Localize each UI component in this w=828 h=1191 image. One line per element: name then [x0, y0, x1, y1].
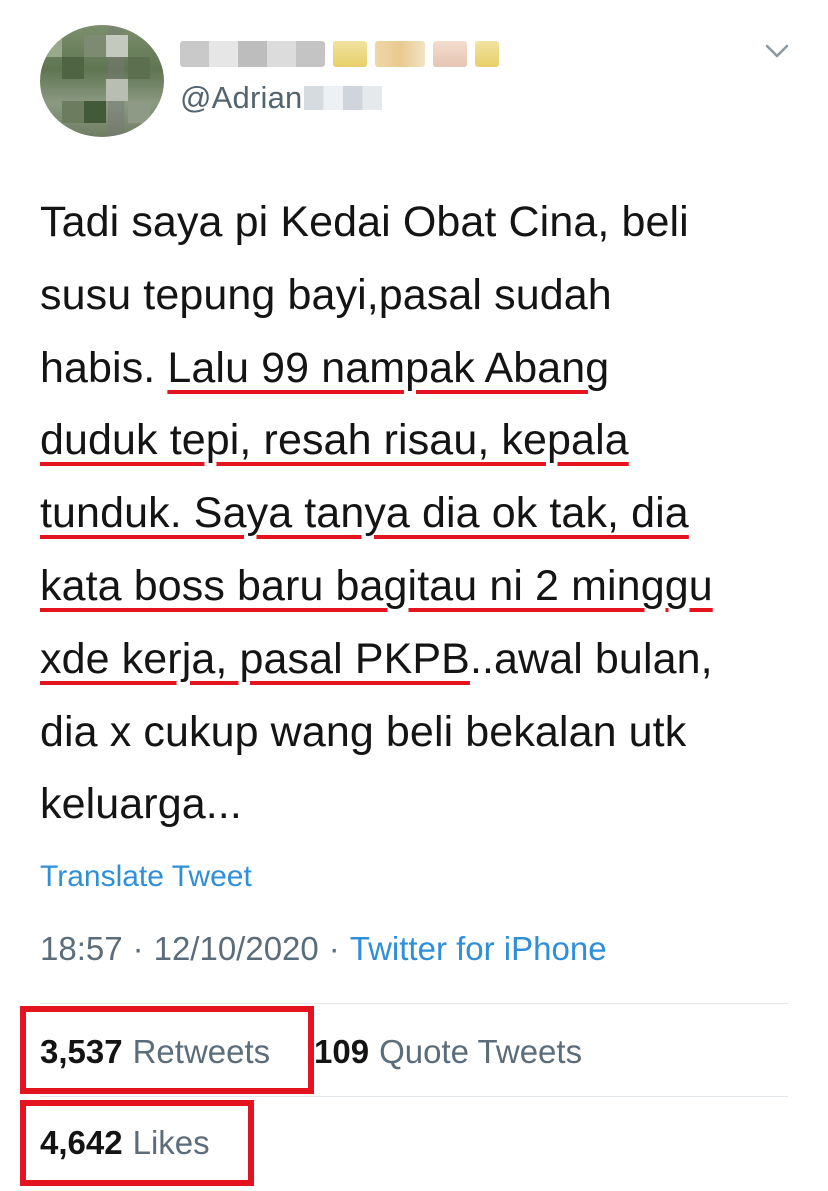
tweet-line-underlined: tunduk. Saya tanya dia ok tak, dia	[40, 489, 689, 538]
tweet-line: dia x cukup wang beli bekalan utk	[40, 707, 687, 756]
tweet-line: habis.	[40, 343, 168, 392]
tweet-line: Tadi saya pi Kedai Obat Cina, beli	[40, 198, 689, 246]
likes-highlight-box	[20, 1100, 254, 1186]
divider	[40, 1003, 788, 1004]
retweets-highlight-box	[20, 1006, 314, 1094]
tweet-time: 18:57	[40, 930, 123, 967]
divider	[40, 1096, 788, 1097]
tweet-line: susu tepung bayi,pasal sudah	[40, 270, 612, 319]
user-handle[interactable]: @Adrian	[180, 80, 383, 116]
tweet-line-underlined: duduk tepi, resah risau, kepala	[40, 416, 629, 465]
avatar[interactable]	[40, 25, 164, 137]
tweet-line: keluarga...	[40, 780, 242, 829]
quote-tweets-stat[interactable]: 109 Quote Tweets	[314, 1033, 582, 1071]
quote-tweets-label: Quote Tweets	[379, 1033, 583, 1070]
user-handle-text: @Adrian	[180, 80, 303, 115]
tweet-line: ..awal bulan,	[469, 634, 713, 683]
translate-tweet-link[interactable]: Translate Tweet	[40, 860, 252, 894]
tweet-source-link[interactable]: Twitter for iPhone	[350, 930, 607, 968]
handle-blur	[304, 86, 383, 110]
display-name-blurred[interactable]	[180, 34, 499, 74]
tweet-line-underlined: xde kerja, pasal PKPB	[40, 634, 470, 683]
meta-separator: ·	[328, 930, 340, 967]
meta-separator: ·	[132, 930, 144, 967]
tweet-meta: 18:57 · 12/10/2020 · Twitter for iPhone	[40, 930, 607, 968]
tweet-line-underlined: kata boss baru bagitau ni 2 minggu	[40, 561, 713, 610]
tweet-line-underlined: Lalu 99 nampak Abang	[167, 343, 610, 392]
chevron-down-icon[interactable]	[764, 38, 790, 64]
quote-tweets-count: 109	[314, 1033, 370, 1070]
tweet-date: 12/10/2020	[153, 930, 319, 967]
tweet-text: Tadi saya pi Kedai Obat Cina, beli susu …	[40, 186, 790, 841]
